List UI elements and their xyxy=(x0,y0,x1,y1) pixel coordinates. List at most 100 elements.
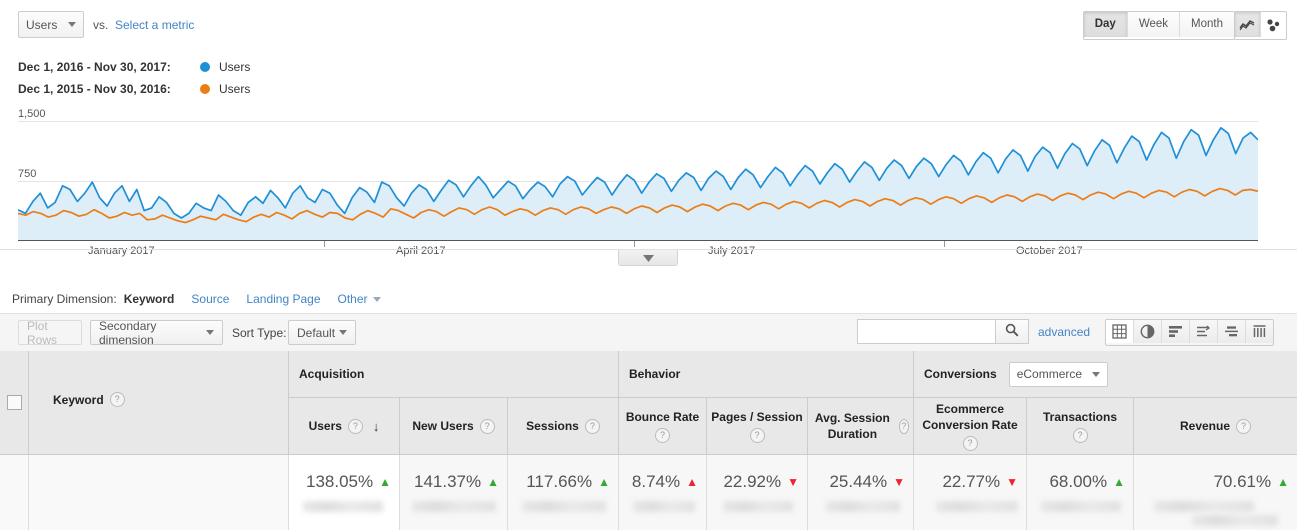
column-label: Ecommerce Conversion Rate xyxy=(922,402,1018,432)
search-icon xyxy=(1005,323,1019,340)
summary-cell-bounce-rate: 8.74% ▲ xyxy=(618,455,706,530)
help-icon[interactable]: ? xyxy=(584,418,600,434)
table-view-toggle-group xyxy=(1105,319,1274,346)
granularity-month[interactable]: Month xyxy=(1180,12,1234,37)
primary-metric-label: Users xyxy=(26,17,58,32)
help-icon[interactable]: ? xyxy=(347,418,363,434)
summary-cell-transactions: 68.00% ▲ xyxy=(1026,455,1133,530)
primary-dimension-landing-page[interactable]: Landing Page xyxy=(246,292,320,306)
column-header-pages-per-session[interactable]: Pages / Session ? xyxy=(706,398,807,455)
help-icon[interactable]: ? xyxy=(898,418,909,434)
chevron-down-icon xyxy=(68,22,76,27)
motion-chart-icon[interactable] xyxy=(1261,12,1286,37)
help-icon[interactable]: ? xyxy=(1072,428,1088,443)
primary-metric-select[interactable]: Users xyxy=(18,11,84,38)
x-axis-tick-april: April 2017 xyxy=(396,245,446,257)
granularity-week[interactable]: Week xyxy=(1127,12,1181,37)
help-icon[interactable]: ? xyxy=(1236,418,1252,434)
column-label: Revenue xyxy=(1179,419,1231,433)
summary-cell-revenue: 70.61% ▲ xyxy=(1133,455,1297,530)
secondary-dimension-button[interactable]: Secondary dimension xyxy=(90,319,223,347)
chevron-down-icon xyxy=(339,330,347,335)
column-header-transactions[interactable]: Transactions ? xyxy=(1026,398,1133,455)
column-header-revenue[interactable]: Revenue ? xyxy=(1133,398,1297,455)
help-icon[interactable]: ? xyxy=(655,428,670,443)
trend-up-icon: ▲ xyxy=(1113,475,1125,489)
help-icon[interactable]: ? xyxy=(749,428,765,443)
column-header-sessions[interactable]: Sessions ? xyxy=(507,398,618,455)
column-label: Avg. Session Duration xyxy=(814,411,890,441)
advanced-filter-link[interactable]: advanced xyxy=(1038,325,1090,339)
sort-descending-icon[interactable]: ↓ xyxy=(373,419,380,434)
x-axis-tick-january: January 2017 xyxy=(88,245,155,257)
chevron-down-icon xyxy=(642,251,654,265)
chart-legend: Dec 1, 2016 - Nov 30, 2017: Users Dec 1,… xyxy=(18,56,250,100)
comparison-view-icon[interactable] xyxy=(1218,320,1246,343)
primary-dimension-other-label: Other xyxy=(337,292,368,306)
summary-cell-pages-per-session: 22.92% ▼ xyxy=(706,455,807,530)
line-chart-icon[interactable] xyxy=(1235,12,1261,37)
bar-chart-view-icon[interactable] xyxy=(1162,320,1190,343)
column-label: Bounce Rate xyxy=(625,410,700,424)
timeseries-chart[interactable]: 1,500 750 January 2017 April 2017 July 2… xyxy=(0,103,1297,257)
table-toolbar: Plot Rows Secondary dimension Sort Type:… xyxy=(0,313,1297,352)
primary-dimension-source[interactable]: Source xyxy=(191,292,229,306)
metric-selector-bar: Users vs. Select a metric Day Week Month xyxy=(0,0,1297,50)
vs-label: vs. xyxy=(93,18,109,32)
column-header-avg-session-duration[interactable]: Avg. Session Duration ? xyxy=(807,398,913,455)
table-search-box[interactable] xyxy=(857,319,1029,344)
select-all-column xyxy=(0,351,28,455)
column-label: Pages / Session xyxy=(711,410,803,424)
dimension-column-header[interactable]: Keyword ? xyxy=(28,351,288,455)
dimension-header-label: Keyword xyxy=(53,392,104,407)
table-view-icon[interactable] xyxy=(1106,320,1134,343)
column-label: Sessions xyxy=(526,419,579,433)
conversions-goal-value: eCommerce xyxy=(1016,367,1083,381)
trend-up-icon: ▲ xyxy=(686,475,698,489)
pie-chart-view-icon[interactable] xyxy=(1134,320,1162,343)
legend-metric-name: Users xyxy=(219,82,251,96)
plot-rows-button[interactable]: Plot Rows xyxy=(18,319,82,347)
performance-view-icon[interactable] xyxy=(1190,320,1218,343)
pivot-view-icon[interactable] xyxy=(1246,320,1273,343)
chevron-down-icon xyxy=(372,296,381,302)
search-button[interactable] xyxy=(995,320,1028,343)
column-label: Transactions xyxy=(1042,410,1118,424)
select-a-metric-link[interactable]: Select a metric xyxy=(115,18,194,32)
chart-plot-svg xyxy=(18,103,1258,241)
help-icon[interactable]: ? xyxy=(962,436,978,451)
conversions-goal-select[interactable]: eCommerce xyxy=(1008,361,1109,387)
summary-value: 70.61% ▲ xyxy=(1213,472,1289,491)
column-header-bounce-rate[interactable]: Bounce Rate ? xyxy=(618,398,706,455)
report-table: Keyword ? Acquisition Behavior Conversio… xyxy=(0,351,1297,530)
group-label: Behavior xyxy=(629,367,681,381)
chevron-down-icon xyxy=(206,330,214,335)
help-icon[interactable]: ? xyxy=(109,392,125,407)
group-label: Conversions xyxy=(924,367,997,381)
trend-down-icon: ▼ xyxy=(787,475,799,489)
granularity-day[interactable]: Day xyxy=(1083,12,1128,37)
primary-dimension-keyword[interactable]: Keyword xyxy=(124,292,175,306)
collapse-chart-toggle[interactable] xyxy=(618,250,678,266)
legend-color-dot xyxy=(200,62,210,72)
summary-cell-users: 138.05% ▲ xyxy=(288,455,399,530)
summary-cell-new-users: 141.37% ▲ xyxy=(399,455,507,530)
trend-up-icon: ▲ xyxy=(598,475,610,489)
x-axis-tick-october: October 2017 xyxy=(1016,245,1083,257)
column-header-users[interactable]: Users ? ↓ xyxy=(288,398,399,455)
column-header-new-users[interactable]: New Users ? xyxy=(399,398,507,455)
column-header-ecommerce-conversion-rate[interactable]: Ecommerce Conversion Rate ? xyxy=(913,398,1026,455)
help-icon[interactable]: ? xyxy=(479,418,495,434)
primary-dimension-other[interactable]: Other xyxy=(338,292,381,306)
summary-cell-sessions: 117.66% ▲ xyxy=(507,455,618,530)
sort-type-select[interactable]: Default xyxy=(288,320,356,345)
select-all-checkbox[interactable] xyxy=(7,395,22,410)
sort-type-value: Default xyxy=(297,325,336,340)
summary-value: 138.05% ▲ xyxy=(305,472,391,491)
search-input[interactable] xyxy=(858,320,995,343)
chevron-down-icon xyxy=(1092,371,1101,377)
granularity-toggle-group: Day Week Month xyxy=(1082,11,1235,40)
summary-value: 68.00% ▲ xyxy=(1049,472,1125,491)
summary-value: 22.92% ▼ xyxy=(723,472,799,491)
legend-row: Dec 1, 2015 - Nov 30, 2016: Users xyxy=(18,78,250,100)
